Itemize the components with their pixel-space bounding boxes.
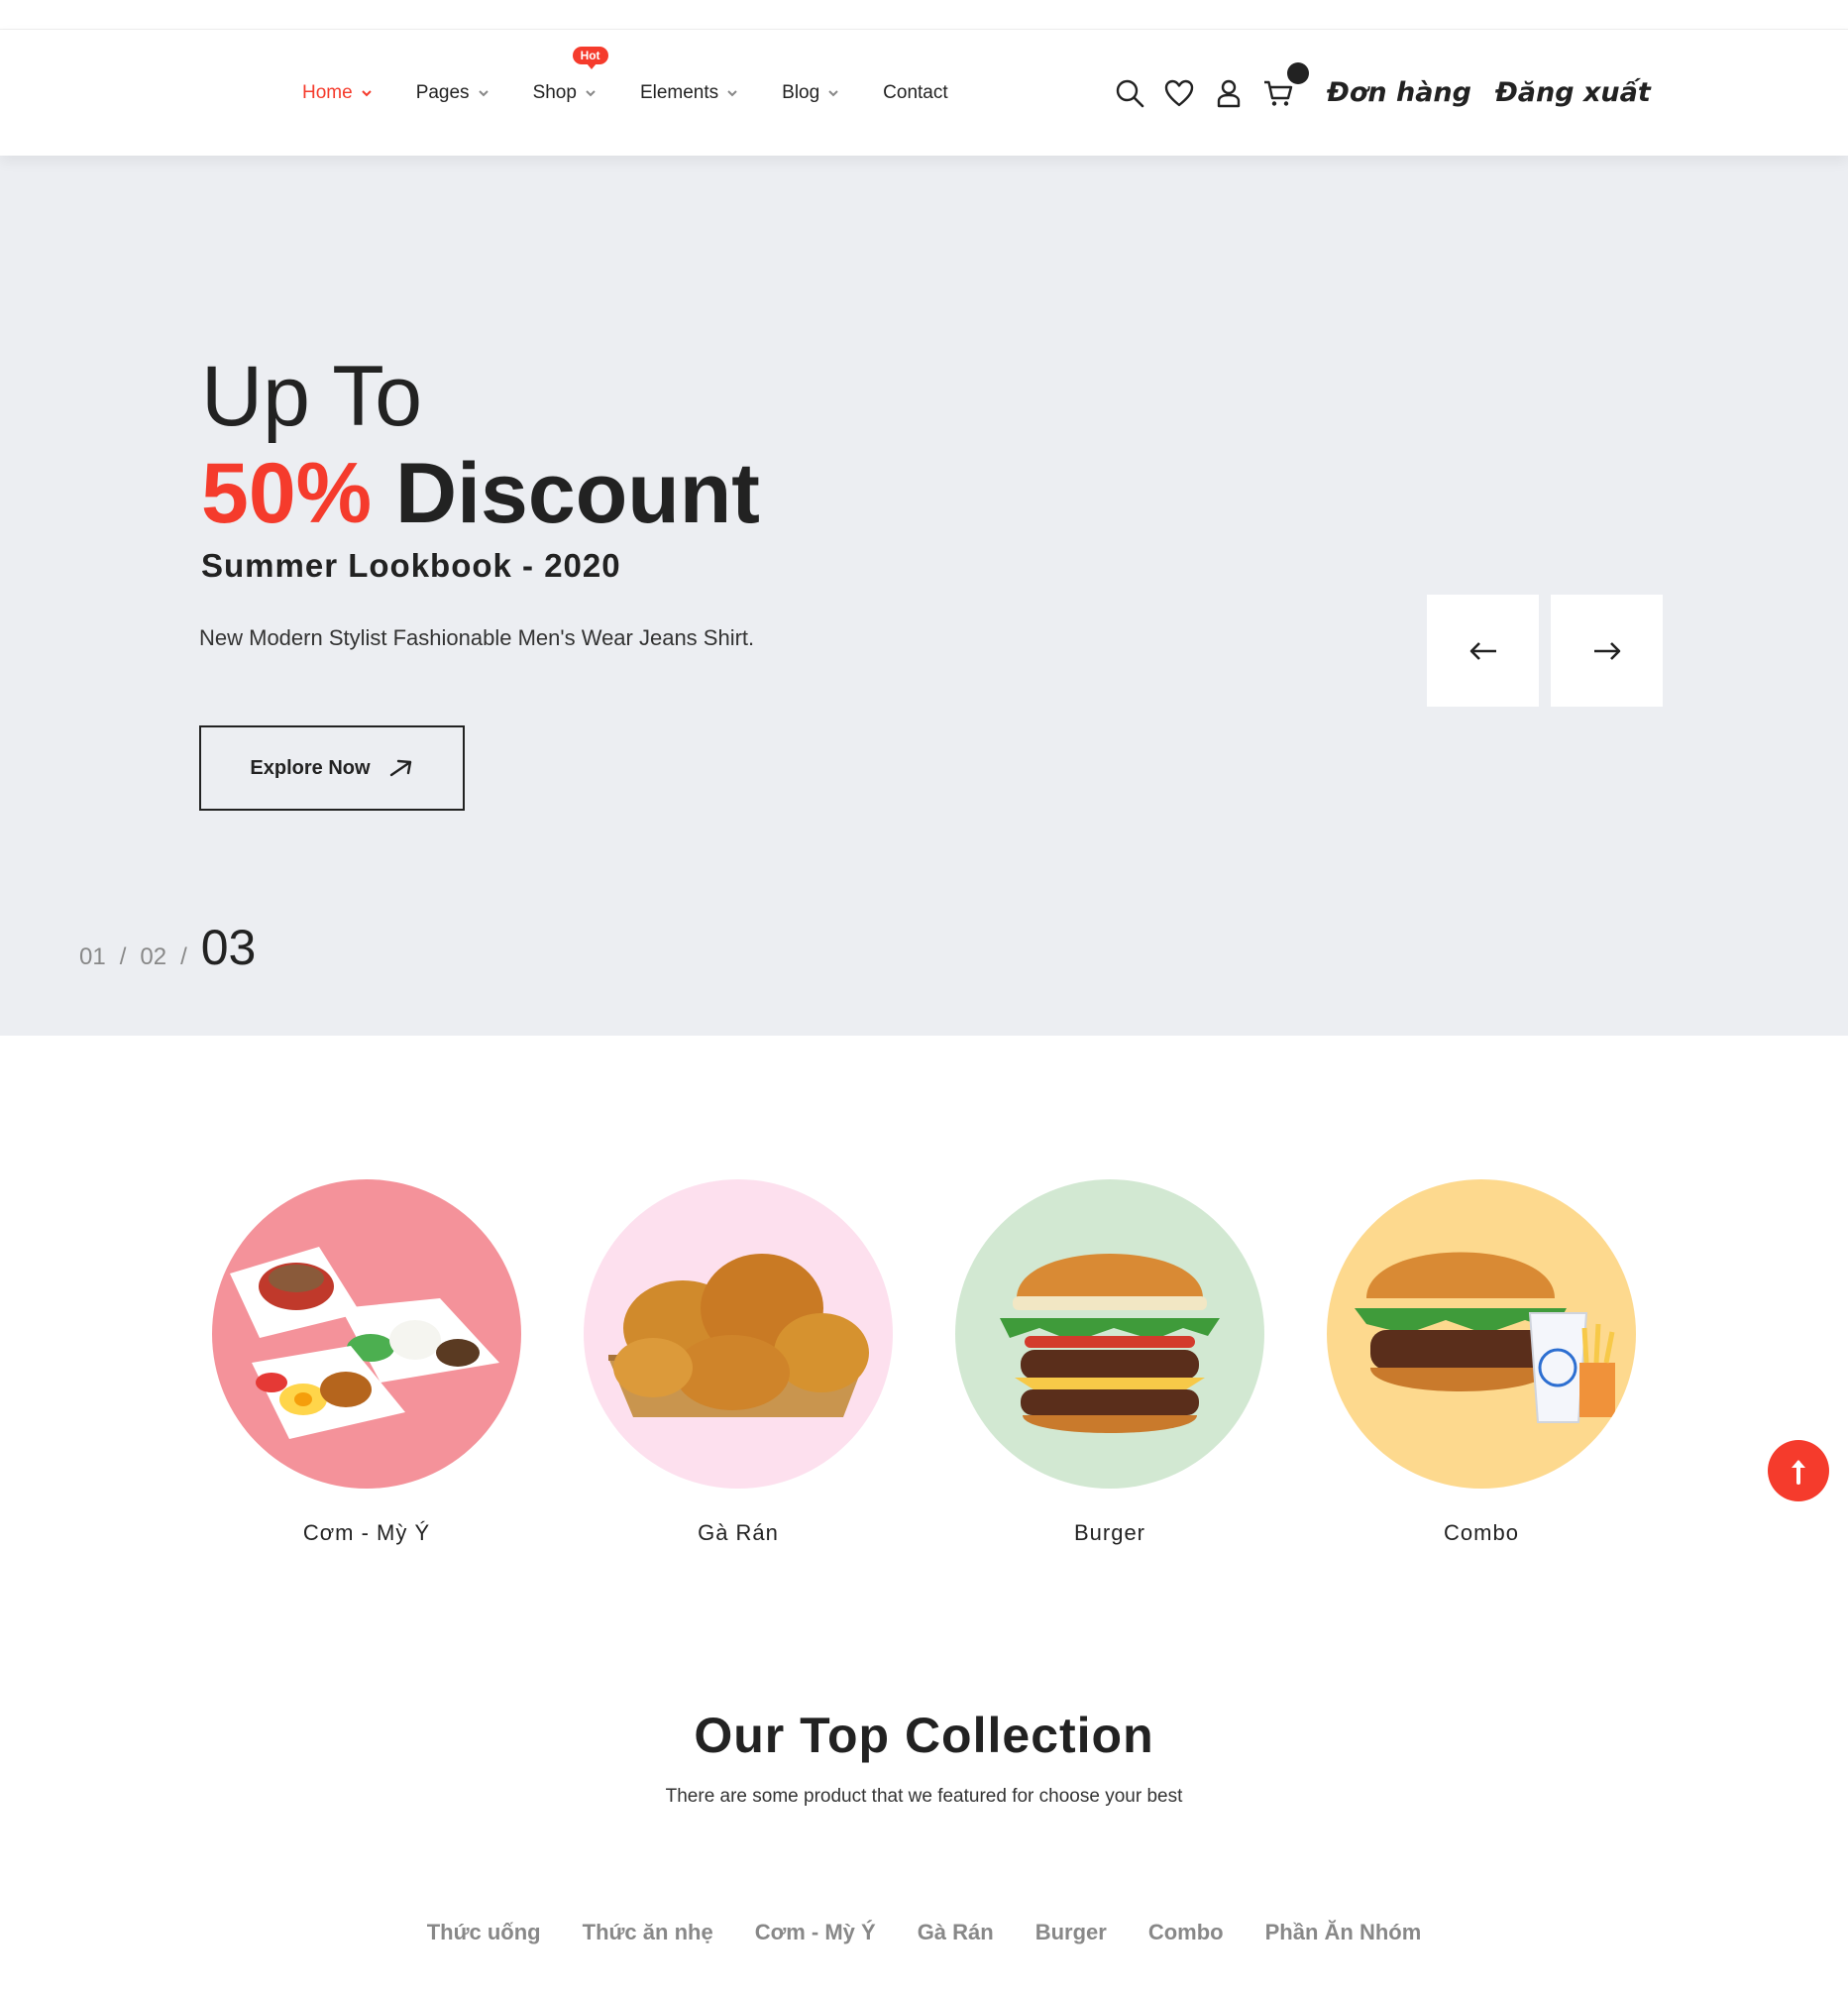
- hero-discount-highlight: 50%: [201, 446, 373, 541]
- nav-item-label: Contact: [883, 81, 948, 103]
- hero-title-line2: 50% Discount: [201, 451, 760, 536]
- nav-item-label: Home: [302, 81, 353, 103]
- category-image-pasta-rice: [212, 1179, 521, 1489]
- tab-thuc-an-nhe[interactable]: Thức ăn nhẹ: [583, 1920, 713, 1945]
- category-label: Gà Rán: [698, 1520, 779, 1545]
- category-com-my-y[interactable]: Cơm - Mỳ Ý: [212, 1179, 521, 1546]
- hero-slider: Up To 50% Discount Summer Lookbook - 202…: [0, 156, 1848, 1036]
- nav-item-label: Pages: [415, 81, 470, 103]
- arrow-up-icon: [1792, 1460, 1805, 1485]
- nav-item-pages[interactable]: Pages: [416, 82, 489, 104]
- pager-separator: /: [119, 943, 127, 970]
- hot-badge: Hot: [572, 46, 608, 69]
- tab-com-my-y[interactable]: Cơm - Mỳ Ý: [755, 1920, 876, 1945]
- category-ga-ran[interactable]: Gà Rán: [584, 1179, 893, 1546]
- explore-now-button[interactable]: Explore Now: [199, 725, 465, 811]
- tab-burger[interactable]: Burger: [1035, 1920, 1107, 1945]
- hero-subtitle: Summer Lookbook - 2020: [201, 547, 621, 584]
- chevron-down-icon: [478, 87, 489, 99]
- nav-item-label: Shop: [532, 81, 577, 103]
- search-icon[interactable]: [1115, 78, 1144, 108]
- nav-item-home[interactable]: Home: [302, 82, 373, 104]
- slider-prev-button[interactable]: [1427, 595, 1539, 707]
- arrow-left-icon: [1469, 641, 1496, 660]
- slide-pager: 01 / 02 / 03: [79, 919, 256, 976]
- cart-count-badge: [1287, 61, 1309, 84]
- pager-slide-3-current[interactable]: 03: [201, 919, 257, 976]
- explore-now-label: Explore Now: [250, 756, 371, 779]
- cart-icon[interactable]: [1263, 61, 1309, 108]
- top-strip: [0, 0, 1848, 30]
- category-image-combo: [1327, 1179, 1636, 1489]
- nav-item-label: Blog: [782, 81, 820, 103]
- collection-subtitle: There are some product that we featured …: [665, 1786, 1183, 1807]
- nav-item-elements[interactable]: Elements: [640, 82, 738, 104]
- pager-separator: /: [180, 943, 187, 970]
- collection-title: Our Top Collection: [694, 1708, 1154, 1763]
- category-label: Combo: [1444, 1520, 1519, 1545]
- pager-slide-2[interactable]: 02: [140, 943, 166, 971]
- orders-link[interactable]: Đơn hàng: [1327, 77, 1471, 108]
- collection-tabs: Thức uống Thức ăn nhẹ Cơm - Mỳ Ý Gà Rán …: [0, 1920, 1848, 1945]
- header-tools: Đơn hàng Đăng xuất: [1115, 30, 1661, 156]
- tab-ga-ran[interactable]: Gà Rán: [918, 1920, 994, 1945]
- back-to-top-button[interactable]: [1768, 1440, 1829, 1501]
- pager-slide-1[interactable]: 01: [79, 943, 106, 971]
- category-burger[interactable]: Burger: [955, 1179, 1264, 1546]
- logout-link[interactable]: Đăng xuất: [1495, 77, 1651, 108]
- chevron-down-icon: [827, 87, 839, 99]
- arrow-right-icon: [1593, 641, 1620, 660]
- site-header: Home Pages Hot Shop Elements Blog Contac…: [0, 30, 1848, 156]
- tab-phan-an-nhom[interactable]: Phần Ăn Nhóm: [1265, 1920, 1422, 1945]
- hero-title-line1: Up To: [201, 349, 423, 444]
- nav-item-blog[interactable]: Blog: [782, 82, 839, 104]
- nav-item-label: Elements: [639, 81, 719, 103]
- category-label: Cơm - Mỳ Ý: [302, 1520, 431, 1545]
- user-icon[interactable]: [1214, 78, 1244, 108]
- tab-combo[interactable]: Combo: [1148, 1920, 1224, 1945]
- heart-icon[interactable]: [1164, 78, 1194, 108]
- hero-title-rest: Discount: [372, 446, 760, 541]
- nav-item-contact[interactable]: Contact: [883, 82, 947, 104]
- slider-next-button[interactable]: [1551, 595, 1663, 707]
- category-image-burger: [955, 1179, 1264, 1489]
- category-image-fried-chicken: [584, 1179, 893, 1489]
- hero-description: New Modern Stylist Fashionable Men's Wea…: [199, 625, 755, 650]
- main-nav: Home Pages Hot Shop Elements Blog Contac…: [302, 30, 992, 156]
- arrow-up-right-icon: [389, 759, 411, 777]
- category-label: Burger: [1073, 1520, 1146, 1545]
- chevron-down-icon: [726, 87, 738, 99]
- chevron-down-icon: [361, 87, 373, 99]
- tab-thuc-uong[interactable]: Thức uống: [427, 1920, 541, 1945]
- chevron-down-icon: [585, 87, 597, 99]
- nav-item-shop[interactable]: Hot Shop: [532, 46, 608, 104]
- category-combo[interactable]: Combo: [1327, 1179, 1636, 1546]
